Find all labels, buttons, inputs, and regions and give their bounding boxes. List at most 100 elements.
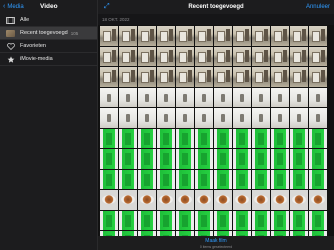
- video-thumbnail[interactable]: [176, 108, 194, 128]
- video-thumbnail[interactable]: [176, 26, 194, 46]
- video-thumbnail[interactable]: [271, 190, 289, 210]
- video-thumbnail[interactable]: [271, 169, 289, 189]
- video-thumbnail[interactable]: [195, 149, 213, 169]
- video-thumbnail[interactable]: [309, 169, 327, 189]
- video-thumbnail[interactable]: [100, 128, 118, 148]
- video-thumbnail[interactable]: [214, 46, 232, 66]
- video-thumbnail[interactable]: [309, 26, 327, 46]
- video-thumbnail[interactable]: [309, 46, 327, 66]
- video-thumbnail[interactable]: [214, 67, 232, 87]
- video-thumbnail[interactable]: [138, 108, 156, 128]
- video-thumbnail[interactable]: [100, 87, 118, 107]
- video-thumbnail[interactable]: [233, 190, 251, 210]
- video-thumbnail[interactable]: [252, 108, 270, 128]
- video-thumbnail[interactable]: [119, 46, 137, 66]
- video-thumbnail[interactable]: [176, 128, 194, 148]
- video-thumbnail[interactable]: [157, 149, 175, 169]
- video-thumbnail[interactable]: [214, 210, 232, 230]
- video-thumbnail[interactable]: [214, 108, 232, 128]
- video-thumbnail[interactable]: [309, 128, 327, 148]
- video-thumbnail[interactable]: [176, 169, 194, 189]
- video-thumbnail[interactable]: [157, 210, 175, 230]
- video-thumbnail[interactable]: [271, 26, 289, 46]
- video-thumbnail[interactable]: [195, 87, 213, 107]
- video-thumbnail[interactable]: [290, 128, 308, 148]
- video-thumbnail[interactable]: [195, 108, 213, 128]
- video-thumbnail[interactable]: [252, 210, 270, 230]
- video-thumbnail[interactable]: [214, 169, 232, 189]
- video-thumbnail[interactable]: [290, 190, 308, 210]
- video-thumbnail[interactable]: [252, 46, 270, 66]
- video-thumbnail[interactable]: [214, 190, 232, 210]
- video-thumbnail[interactable]: [119, 210, 137, 230]
- video-thumbnail[interactable]: [195, 210, 213, 230]
- video-thumbnail[interactable]: [157, 128, 175, 148]
- video-thumbnail[interactable]: [233, 128, 251, 148]
- video-thumbnail[interactable]: [271, 128, 289, 148]
- video-thumbnail[interactable]: [157, 26, 175, 46]
- video-thumbnail[interactable]: [100, 149, 118, 169]
- video-thumbnail[interactable]: [176, 46, 194, 66]
- video-thumbnail[interactable]: [233, 46, 251, 66]
- video-thumbnail[interactable]: [119, 190, 137, 210]
- video-thumbnail[interactable]: [176, 210, 194, 230]
- video-thumbnail[interactable]: [119, 26, 137, 46]
- video-thumbnail[interactable]: [233, 169, 251, 189]
- video-thumbnail[interactable]: [138, 190, 156, 210]
- video-thumbnail[interactable]: [100, 26, 118, 46]
- video-thumbnail[interactable]: [252, 169, 270, 189]
- video-thumbnail[interactable]: [309, 190, 327, 210]
- cancel-button[interactable]: Annuleer: [306, 4, 330, 10]
- video-thumbnail[interactable]: [100, 46, 118, 66]
- video-thumbnail[interactable]: [176, 149, 194, 169]
- back-button[interactable]: ‹ Media: [3, 3, 24, 10]
- video-thumbnail[interactable]: [271, 108, 289, 128]
- video-thumbnail[interactable]: [100, 67, 118, 87]
- video-thumbnail[interactable]: [157, 67, 175, 87]
- video-thumbnail[interactable]: [119, 149, 137, 169]
- video-thumbnail[interactable]: [176, 190, 194, 210]
- video-thumbnail[interactable]: [195, 128, 213, 148]
- video-thumbnail[interactable]: [100, 190, 118, 210]
- video-thumbnail[interactable]: [157, 169, 175, 189]
- video-thumbnail[interactable]: [138, 210, 156, 230]
- sidebar-item-imovie-media[interactable]: iMovie-media: [0, 53, 97, 66]
- video-thumbnail[interactable]: [252, 149, 270, 169]
- video-thumbnail[interactable]: [119, 87, 137, 107]
- video-thumbnail[interactable]: [290, 67, 308, 87]
- make-film-button[interactable]: Maak film: [98, 238, 334, 244]
- video-thumbnail[interactable]: [157, 87, 175, 107]
- video-thumbnail[interactable]: [157, 46, 175, 66]
- video-thumbnail[interactable]: [252, 67, 270, 87]
- video-thumbnail[interactable]: [176, 87, 194, 107]
- video-thumbnail[interactable]: [233, 87, 251, 107]
- video-thumbnail[interactable]: [214, 26, 232, 46]
- video-thumbnail[interactable]: [290, 149, 308, 169]
- video-thumbnail[interactable]: [271, 149, 289, 169]
- video-thumbnail[interactable]: [309, 108, 327, 128]
- video-thumbnail[interactable]: [271, 87, 289, 107]
- video-thumbnail[interactable]: [195, 46, 213, 66]
- video-thumbnail[interactable]: [214, 149, 232, 169]
- sidebar-item-alle[interactable]: Alle: [0, 14, 97, 27]
- video-thumbnail[interactable]: [271, 210, 289, 230]
- video-thumbnail[interactable]: [309, 149, 327, 169]
- video-thumbnail[interactable]: [233, 108, 251, 128]
- video-thumbnail[interactable]: [233, 26, 251, 46]
- video-thumbnail[interactable]: [252, 190, 270, 210]
- video-thumbnail[interactable]: [233, 149, 251, 169]
- video-thumbnail[interactable]: [119, 108, 137, 128]
- video-thumbnail[interactable]: [252, 128, 270, 148]
- video-thumbnail[interactable]: [138, 46, 156, 66]
- video-thumbnail[interactable]: [138, 128, 156, 148]
- video-thumbnail[interactable]: [138, 87, 156, 107]
- video-thumbnail[interactable]: [138, 149, 156, 169]
- video-thumbnail[interactable]: [309, 210, 327, 230]
- video-thumbnail[interactable]: [119, 67, 137, 87]
- video-thumbnail[interactable]: [271, 67, 289, 87]
- video-thumbnail[interactable]: [252, 87, 270, 107]
- video-thumbnail[interactable]: [100, 108, 118, 128]
- video-thumbnail[interactable]: [195, 67, 213, 87]
- video-thumbnail[interactable]: [195, 169, 213, 189]
- video-thumbnail[interactable]: [119, 169, 137, 189]
